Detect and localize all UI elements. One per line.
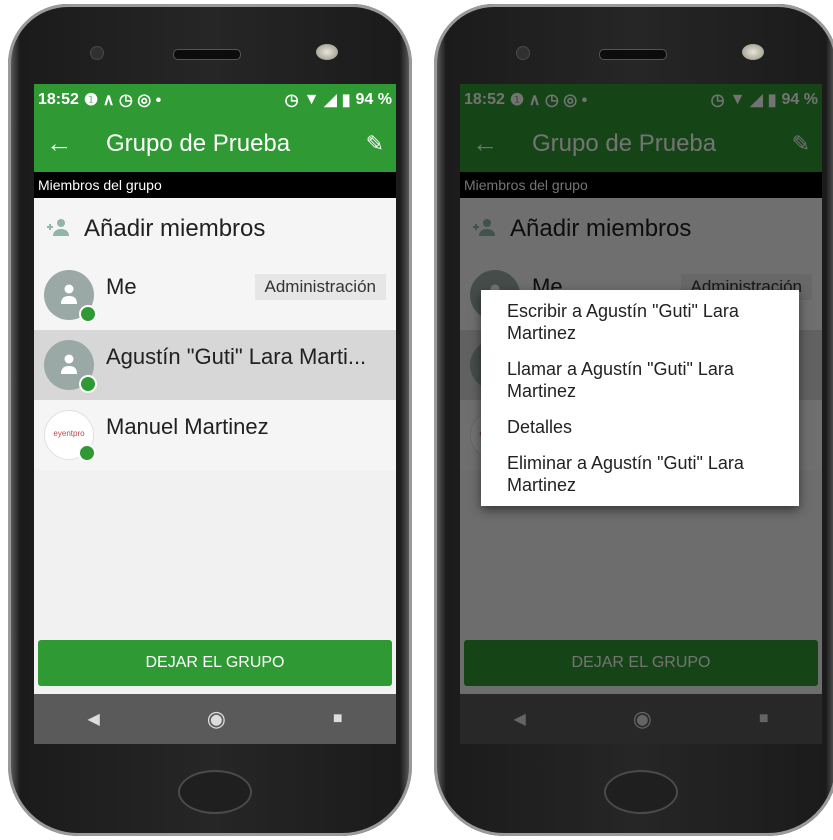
member-row-me[interactable]: Me Administración	[34, 260, 396, 330]
front-flash	[742, 44, 764, 60]
recents-nav-icon[interactable]: ■	[333, 710, 343, 728]
avatar-logo: eyentpro	[44, 410, 96, 462]
menu-item-details[interactable]: Detalles	[481, 412, 799, 442]
page-title: Grupo de Prueba	[106, 129, 291, 157]
menu-item-call[interactable]: Llamar a Agustín "Guti" Lara Martinez	[481, 354, 799, 406]
alarm-icon: ◷	[284, 91, 299, 109]
member-name: Agustín "Guti" Lara Marti...	[106, 344, 367, 369]
person-icon	[61, 284, 77, 304]
add-person-icon	[44, 215, 72, 243]
avatar	[44, 270, 97, 323]
fingerprint-sensor	[178, 770, 252, 814]
front-flash	[316, 44, 338, 60]
clock: 18:52	[38, 90, 79, 108]
phone-left: 18:52 ❶ ∧ ◷ ◎ • ◷ ▼ ◢ ▮ 94 % ← Grupo de …	[8, 4, 412, 836]
front-camera	[516, 46, 530, 60]
member-row-manuel[interactable]: eyentpro Manuel Martinez	[34, 400, 396, 470]
lock-icon	[79, 375, 97, 393]
earpiece	[599, 49, 667, 60]
leave-group-button[interactable]: DEJAR EL GRUPO	[38, 640, 392, 686]
wifi-icon: ▼	[303, 90, 320, 108]
person-icon	[61, 354, 77, 374]
front-camera	[90, 46, 104, 60]
screen-left: 18:52 ❶ ∧ ◷ ◎ • ◷ ▼ ◢ ▮ 94 % ← Grupo de …	[34, 84, 396, 744]
earpiece	[173, 49, 241, 60]
add-members-button[interactable]: Añadir miembros	[34, 198, 396, 260]
add-members-label: Añadir miembros	[84, 215, 266, 242]
status-bar: 18:52 ❶ ∧ ◷ ◎ • ◷ ▼ ◢ ▮ 94 %	[34, 84, 396, 115]
app-bar: ← Grupo de Prueba ✎	[34, 115, 396, 172]
section-header: Miembros del grupo	[34, 172, 396, 198]
lock-icon	[79, 305, 97, 323]
home-nav-icon[interactable]: ◉	[207, 706, 226, 732]
menu-item-remove[interactable]: Eliminar a Agustín "Guti" Lara Martinez	[481, 448, 799, 500]
fingerprint-sensor	[604, 770, 678, 814]
battery-level: 94 %	[355, 90, 392, 108]
screen-right: 18:52 ❶ ∧ ◷ ◎ • ◷ ▼ ◢ ▮ 94 % ← Grupo de …	[460, 84, 822, 744]
notification-icons: ❶ ∧ ◷ ◎ •	[83, 91, 162, 109]
member-name: Manuel Martinez	[106, 414, 269, 439]
avatar	[44, 340, 97, 393]
back-nav-icon[interactable]: ◀	[87, 709, 99, 729]
back-arrow-icon[interactable]: ←	[46, 128, 72, 159]
context-menu: Escribir a Agustín "Guti" Lara Martinez …	[481, 290, 799, 506]
lock-icon	[78, 444, 96, 462]
nav-bar: ◀ ◉ ■	[34, 694, 396, 744]
edit-pencil-icon[interactable]: ✎	[366, 131, 384, 157]
member-row-agustin[interactable]: Agustín "Guti" Lara Marti...	[34, 330, 396, 400]
phone-right: 18:52 ❶ ∧ ◷ ◎ • ◷ ▼ ◢ ▮ 94 % ← Grupo de …	[434, 4, 833, 836]
eventpro-logo: eyentpro	[53, 429, 85, 438]
admin-badge: Administración	[254, 274, 386, 300]
menu-item-write[interactable]: Escribir a Agustín "Guti" Lara Martinez	[481, 296, 799, 348]
member-list: Añadir miembros Me Administración Agustí…	[34, 198, 396, 470]
battery-icon: ▮	[341, 91, 351, 109]
signal-icon: ◢	[324, 91, 337, 109]
member-name: Me	[106, 274, 137, 299]
